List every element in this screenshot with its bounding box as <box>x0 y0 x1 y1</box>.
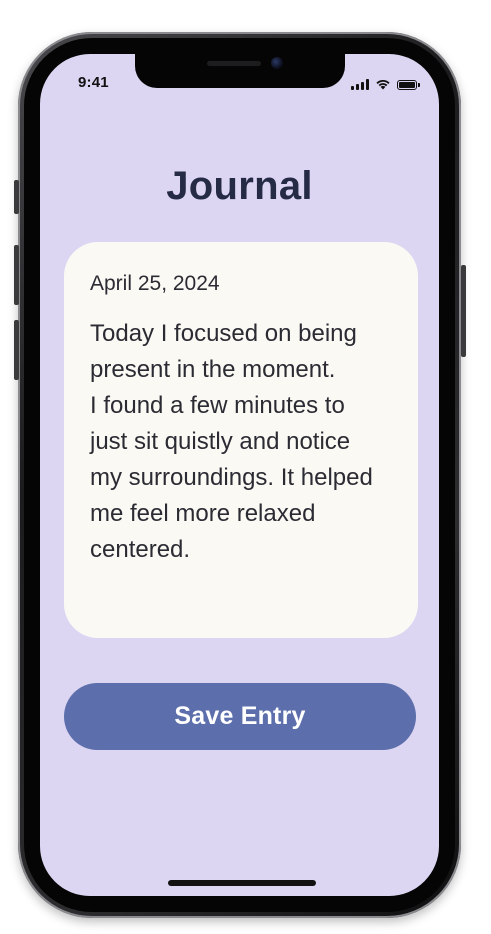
signal-icon <box>351 79 369 90</box>
silent-switch <box>14 180 19 214</box>
notch <box>135 54 345 88</box>
battery-icon <box>397 80 420 90</box>
home-indicator[interactable] <box>168 880 316 886</box>
volume-up-button <box>14 245 19 305</box>
volume-down-button <box>14 320 19 380</box>
status-icons <box>351 76 420 90</box>
wifi-icon <box>376 79 390 90</box>
status-time: 9:41 <box>78 74 109 91</box>
journal-entry-card[interactable]: April 25, 2024 Today I focused on being … <box>64 242 418 638</box>
power-button <box>461 265 466 357</box>
entry-date: April 25, 2024 <box>90 272 220 295</box>
speaker-grille <box>207 61 261 66</box>
front-camera <box>271 57 283 69</box>
page-title: Journal <box>166 164 313 208</box>
screen: 9:41 Journal April 25, 2024 Today I focu… <box>40 54 439 896</box>
entry-text[interactable]: Today I focused on being present in the … <box>90 316 392 568</box>
save-entry-button[interactable]: Save Entry <box>64 683 416 750</box>
